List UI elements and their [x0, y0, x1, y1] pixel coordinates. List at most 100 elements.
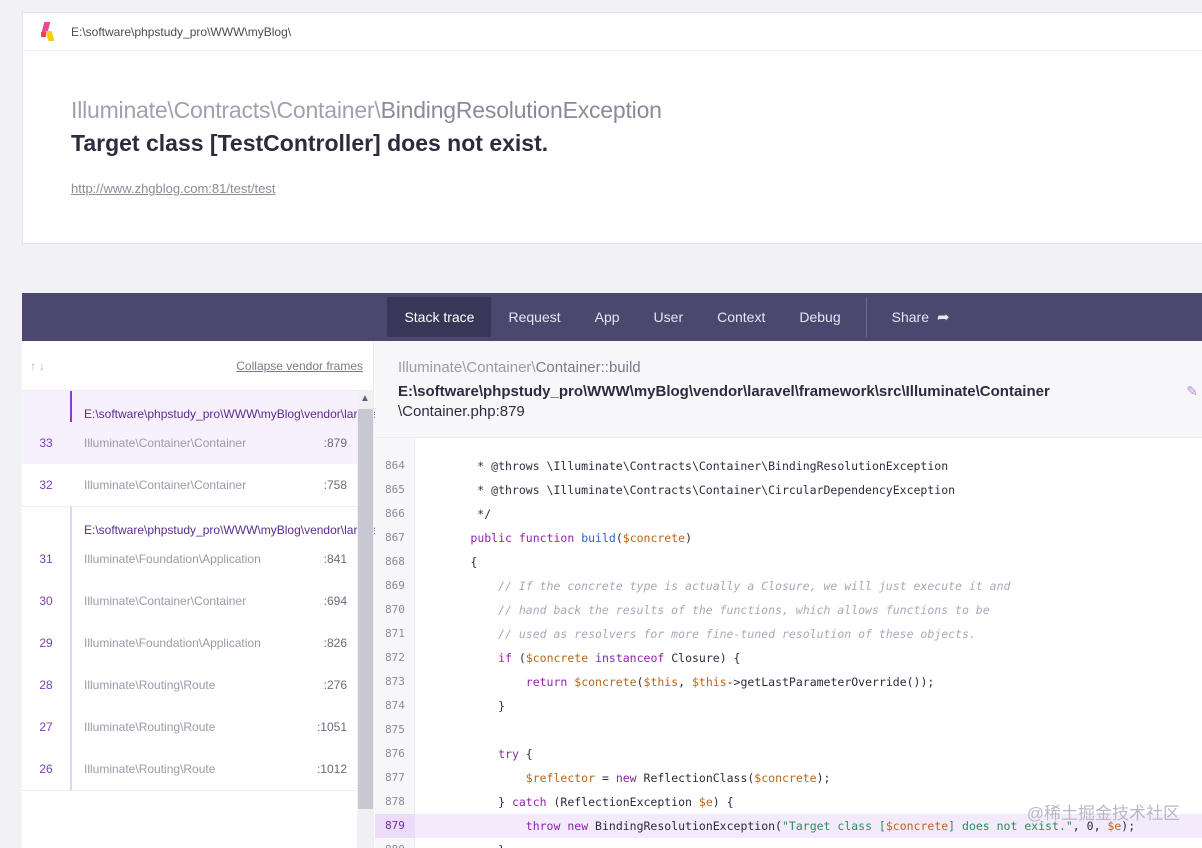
frames-scrollbar[interactable]: ▲ — [357, 391, 374, 848]
line-number[interactable]: 876 — [375, 742, 415, 766]
line-number[interactable]: 875 — [375, 718, 415, 742]
stack-frame[interactable]: 27 Illuminate\Routing\Route :1051 — [22, 706, 357, 748]
method-namespace: Illuminate\Container\ — [398, 359, 536, 376]
line-number[interactable]: 865 — [375, 478, 415, 502]
share-button[interactable]: Share ➦ — [875, 297, 967, 337]
frames-toolbar: ↑↓ Collapse vendor frames — [22, 341, 373, 391]
tab-user[interactable]: User — [637, 297, 701, 337]
frame-group-file: E:\software\phpstudy_pro\WWW\myBlog\vend… — [22, 507, 662, 538]
tab-stack-trace[interactable]: Stack trace — [387, 297, 492, 337]
frame-number: 30 — [39, 594, 53, 608]
line-number[interactable]: 867 — [375, 526, 415, 550]
stack-frame[interactable]: 32 Illuminate\Container\Container :758 — [22, 464, 357, 506]
frame-class: Illuminate\Container\Container — [84, 436, 247, 450]
frame-class: Illuminate\Foundation\Application — [84, 552, 261, 566]
code-text: * @throws \Illuminate\Contracts\Containe… — [415, 483, 956, 497]
code-line: 865 * @throws \Illuminate\Contracts\Cont… — [375, 478, 1202, 502]
collapse-vendor-frames-link[interactable]: Collapse vendor frames — [236, 359, 363, 373]
nav-divider — [865, 297, 867, 337]
top-bar: E:\software\phpstudy_pro\WWW\myBlog\ — [23, 13, 1202, 51]
stack-frame[interactable]: 26 Illuminate\Routing\Route :1012 — [22, 748, 357, 790]
frame-class: Illuminate\Foundation\Application — [84, 636, 261, 650]
code-text: public function build($concrete) — [470, 531, 693, 545]
code-line: 866 */ — [375, 502, 1202, 526]
code-text: // used as resolvers for more fine-tuned… — [415, 627, 976, 641]
frame-number: 27 — [39, 720, 53, 734]
exception-summary: Illuminate\Contracts\Container\BindingRe… — [71, 97, 662, 198]
line-number[interactable]: 871 — [375, 622, 415, 646]
line-number[interactable]: 873 — [375, 670, 415, 694]
line-number[interactable]: 874 — [375, 694, 415, 718]
code-viewer: 864 * @throws \Illuminate\Contracts\Cont… — [375, 438, 1202, 848]
line-number[interactable]: 864 — [375, 454, 415, 478]
frame-method: Illuminate\Container\Container::build — [398, 359, 1178, 376]
code-line: 864 * @throws \Illuminate\Contracts\Cont… — [375, 454, 1202, 478]
code-line: 869 // If the concrete type is actually … — [375, 574, 1202, 598]
tab-debug[interactable]: Debug — [782, 297, 857, 337]
frame-line: :879 — [323, 436, 347, 450]
code-text: if ($concrete instanceof Closure) { — [498, 651, 741, 665]
frame-class: Illuminate\Routing\Route — [84, 678, 216, 692]
code-text: // hand back the results of the function… — [415, 603, 990, 617]
file-path-line2: \Container.php — [398, 403, 496, 420]
frame-line: :1012 — [316, 762, 347, 776]
code-line: 874 } — [375, 694, 1202, 718]
frame-group[interactable]: E:\software\phpstudy_pro\WWW\myBlog\vend… — [22, 391, 646, 507]
line-number[interactable]: 872 — [375, 646, 415, 670]
edit-pencil-icon[interactable]: ✎ — [1186, 383, 1198, 400]
code-text: } catch (ReflectionException $e) { — [415, 795, 734, 809]
scroll-up-icon[interactable]: ▲ — [360, 393, 370, 404]
code-text: $reflector = new ReflectionClass($concre… — [525, 771, 831, 785]
line-number[interactable]: 869 — [375, 574, 415, 598]
tab-app[interactable]: App — [578, 297, 637, 337]
code-line: 873 return $concrete($this, $this->getLa… — [375, 670, 1202, 694]
request-url-link[interactable]: http://www.zhgblog.com:81/test/test — [71, 181, 276, 196]
line-number[interactable]: 877 — [375, 766, 415, 790]
frame-list: E:\software\phpstudy_pro\WWW\myBlog\vend… — [22, 391, 662, 848]
frame-number: 32 — [39, 478, 53, 492]
frame-class: Illuminate\Container\Container — [84, 478, 247, 492]
tab-request[interactable]: Request — [491, 297, 577, 337]
details-panel: Stack trace Request App User Context Deb… — [22, 293, 1202, 848]
frame-file-path: E:\software\phpstudy_pro\WWW\myBlog\vend… — [398, 382, 1178, 422]
stack-frame[interactable]: 31 Illuminate\Foundation\Application :84… — [22, 538, 357, 580]
frame-line: :1051 — [316, 720, 347, 734]
watermark: @稀土掘金技术社区 — [1026, 804, 1180, 823]
line-number[interactable]: 879 — [375, 814, 415, 838]
code-line: 880 } — [375, 838, 1202, 848]
exception-class-name: BindingResolutionException — [380, 97, 662, 123]
stack-frames-panel: ↑↓ Collapse vendor frames E:\software\ph… — [22, 341, 662, 848]
line-number[interactable]: 866 — [375, 502, 415, 526]
frame-line: :694 — [323, 594, 347, 608]
line-number[interactable]: 878 — [375, 790, 415, 814]
ignition-logo-icon — [41, 21, 55, 42]
frame-line: :758 — [323, 478, 347, 492]
code-panel: Illuminate\Container\Container::build E:… — [375, 341, 1202, 848]
stack-frame[interactable]: 33 Illuminate\Container\Container :879 — [22, 422, 357, 464]
stack-frame[interactable]: 28 Illuminate\Routing\Route :276 — [22, 664, 357, 706]
frame-line: :826 — [323, 636, 347, 650]
file-line-number: :879 — [495, 403, 525, 420]
method-name: Container::build — [535, 359, 641, 376]
frame-group[interactable]: E:\software\phpstudy_pro\WWW\myBlog\vend… — [22, 507, 662, 791]
frame-nav-arrows-icon[interactable]: ↑↓ — [30, 359, 48, 373]
share-label: Share — [891, 309, 929, 325]
scrollbar-thumb[interactable] — [358, 409, 373, 809]
code-line: 877 $reflector = new ReflectionClass($co… — [375, 766, 1202, 790]
frame-number: 29 — [39, 636, 53, 650]
line-number[interactable]: 880 — [375, 838, 415, 848]
code-line: 875 — [375, 718, 1202, 742]
line-number[interactable]: 870 — [375, 598, 415, 622]
code-text: } — [415, 838, 505, 848]
code-text: { — [415, 555, 478, 569]
stack-frame[interactable]: 29 Illuminate\Foundation\Application :82… — [22, 622, 357, 664]
frame-line: :841 — [323, 552, 347, 566]
tab-context[interactable]: Context — [700, 297, 782, 337]
stack-frame[interactable]: 30 Illuminate\Container\Container :694 — [22, 580, 357, 622]
frame-line: :276 — [323, 678, 347, 692]
frame-class: Illuminate\Routing\Route — [84, 720, 216, 734]
code-text: return $concrete($this, $this->getLastPa… — [525, 675, 935, 689]
line-number[interactable]: 868 — [375, 550, 415, 574]
code-text: } — [415, 699, 506, 713]
frame-number: 26 — [39, 762, 53, 776]
